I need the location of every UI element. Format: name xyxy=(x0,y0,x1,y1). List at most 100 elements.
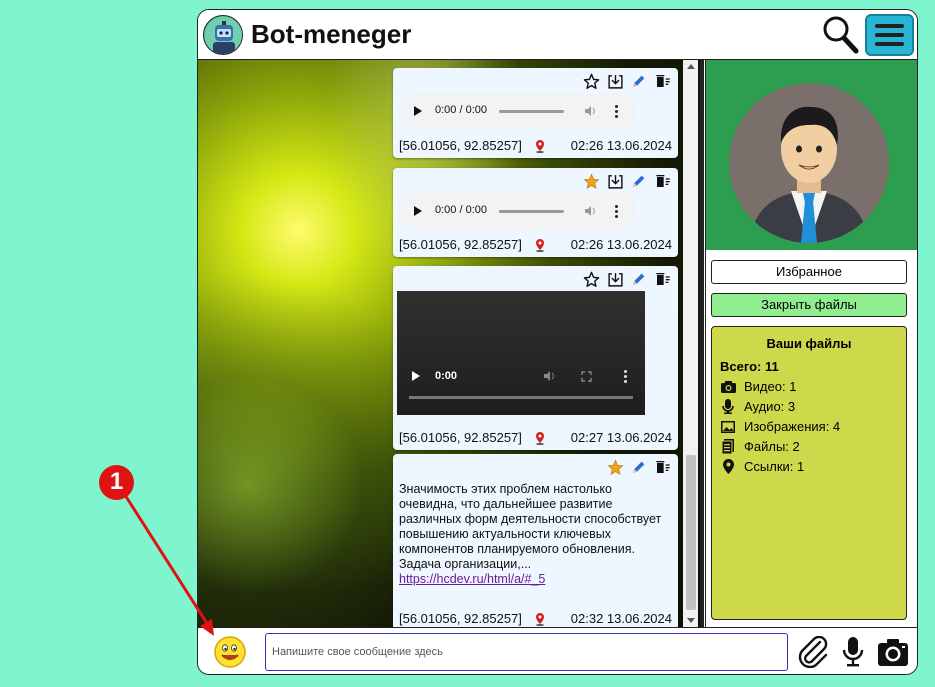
message-datetime: 02:26 13.06.2024 xyxy=(570,138,672,153)
file-row-audio[interactable]: Аудио: 3 xyxy=(720,399,795,414)
file-row-files[interactable]: Файлы: 2 xyxy=(720,439,800,454)
message-link[interactable]: https://hcdev.ru/html/a/#_5 xyxy=(399,572,545,586)
edit-button[interactable] xyxy=(630,72,648,90)
file-row-video[interactable]: Видео: 1 xyxy=(720,379,796,394)
emoji-button[interactable] xyxy=(214,636,246,668)
file-row-label: Изображения: 4 xyxy=(744,419,841,434)
volume-icon[interactable] xyxy=(584,105,596,117)
header: Bot-meneger xyxy=(198,10,917,60)
download-icon xyxy=(607,174,623,189)
chat-area[interactable]: 0:00 / 0:00 [56.01056, 92.85257] 02:26 1… xyxy=(198,60,701,627)
volume-icon[interactable] xyxy=(543,370,555,382)
search-icon xyxy=(823,16,859,54)
audio-player[interactable]: 0:00 / 0:00 xyxy=(399,192,637,230)
video-time: 0:00 xyxy=(435,370,458,382)
message-datetime: 02:26 13.06.2024 xyxy=(570,237,672,252)
favorite-button[interactable] xyxy=(606,458,624,476)
file-row-label: Видео: 1 xyxy=(744,379,797,394)
audio-player[interactable]: 0:00 / 0:00 xyxy=(399,92,637,130)
delete-button[interactable] xyxy=(654,270,672,288)
app-window: Bot-meneger 0:00 / 0:00 [56.01056, 92.85… xyxy=(197,9,918,675)
download-button[interactable] xyxy=(606,172,624,190)
message-coords: [56.01056, 92.85257] xyxy=(399,430,522,445)
file-row-label: Файлы: 2 xyxy=(744,439,800,454)
files-title: Ваши файлы xyxy=(766,336,852,351)
play-icon[interactable] xyxy=(412,371,420,381)
download-icon xyxy=(607,74,623,89)
files-total: Всего: 11 xyxy=(720,359,779,374)
audio-progress[interactable] xyxy=(499,110,564,113)
message-tools xyxy=(582,72,672,90)
download-button[interactable] xyxy=(606,72,624,90)
bot-logo xyxy=(203,15,243,55)
message-text-content: Значимость этих проблем настолько очевид… xyxy=(399,482,662,571)
location-pin-icon[interactable] xyxy=(534,612,546,626)
scroll-down-arrow[interactable] xyxy=(687,618,695,623)
menu-button[interactable] xyxy=(865,14,914,56)
file-row-links[interactable]: Ссылки: 1 xyxy=(720,459,804,474)
avatar[interactable] xyxy=(729,83,889,243)
microphone-icon xyxy=(720,399,736,414)
pencil-icon xyxy=(633,75,645,87)
delete-button[interactable] xyxy=(654,172,672,190)
pencil-icon xyxy=(633,273,645,285)
voice-record-button[interactable] xyxy=(842,636,864,668)
composer-bar xyxy=(198,627,917,674)
favorite-button[interactable] xyxy=(582,172,600,190)
message-input[interactable] xyxy=(265,633,788,671)
download-button[interactable] xyxy=(606,270,624,288)
star-icon xyxy=(583,271,599,287)
camera-icon xyxy=(878,639,908,666)
app-title: Bot-meneger xyxy=(251,19,412,49)
audio-time: 0:00 / 0:00 xyxy=(435,204,487,216)
edit-button[interactable] xyxy=(630,458,648,476)
camera-button[interactable] xyxy=(877,637,909,667)
location-pin-icon xyxy=(720,459,736,474)
fullscreen-icon[interactable] xyxy=(581,371,592,382)
video-progress[interactable] xyxy=(409,396,633,399)
scroll-up-arrow[interactable] xyxy=(687,64,695,69)
delete-button[interactable] xyxy=(654,458,672,476)
message-datetime: 02:32 13.06.2024 xyxy=(570,611,672,626)
message-text: Значимость этих проблем настолько очевид… xyxy=(393,454,678,627)
file-row-label: Ссылки: 1 xyxy=(744,459,805,474)
message-coords: [56.01056, 92.85257] xyxy=(399,138,522,153)
pencil-icon xyxy=(633,175,645,187)
volume-icon[interactable] xyxy=(584,205,596,217)
video-player[interactable]: 0:00 xyxy=(397,291,645,415)
favorites-button[interactable]: Избранное xyxy=(711,260,907,284)
play-icon[interactable] xyxy=(414,106,422,116)
favorite-button[interactable] xyxy=(582,270,600,288)
files-summary: Ваши файлы Всего: 11 Видео: 1 Аудио: 3 И… xyxy=(711,326,907,620)
attach-button[interactable] xyxy=(798,635,828,669)
message-datetime: 02:27 13.06.2024 xyxy=(570,430,672,445)
audio-time: 0:00 / 0:00 xyxy=(435,104,487,116)
microphone-icon xyxy=(842,637,864,667)
message-video: 0:00 [56.01056, 92.85257] 02:27 13.06.20… xyxy=(393,266,678,450)
location-pin-icon[interactable] xyxy=(534,139,546,153)
location-pin-icon[interactable] xyxy=(534,431,546,445)
camera-icon xyxy=(720,380,736,394)
download-icon xyxy=(607,272,623,287)
image-icon xyxy=(720,420,736,434)
more-options-icon[interactable] xyxy=(615,205,618,218)
play-icon[interactable] xyxy=(414,206,422,216)
delete-button[interactable] xyxy=(654,72,672,90)
chat-scrollbar[interactable] xyxy=(683,60,698,627)
trash-icon xyxy=(656,461,670,473)
location-pin-icon[interactable] xyxy=(534,238,546,252)
favorite-button[interactable] xyxy=(582,72,600,90)
close-files-button[interactable]: Закрыть файлы xyxy=(711,293,907,317)
annotation-marker: 1 xyxy=(99,465,134,500)
edit-button[interactable] xyxy=(630,172,648,190)
message-audio: 0:00 / 0:00 [56.01056, 92.85257] 02:26 1… xyxy=(393,168,678,257)
scroll-thumb[interactable] xyxy=(686,455,696,610)
more-options-icon[interactable] xyxy=(615,105,618,118)
edit-button[interactable] xyxy=(630,270,648,288)
search-button[interactable] xyxy=(822,15,860,55)
more-options-icon[interactable] xyxy=(624,370,627,383)
message-audio: 0:00 / 0:00 [56.01056, 92.85257] 02:26 1… xyxy=(393,68,678,158)
audio-progress[interactable] xyxy=(499,210,564,213)
file-row-images[interactable]: Изображения: 4 xyxy=(720,419,840,434)
smiley-icon xyxy=(214,636,246,668)
